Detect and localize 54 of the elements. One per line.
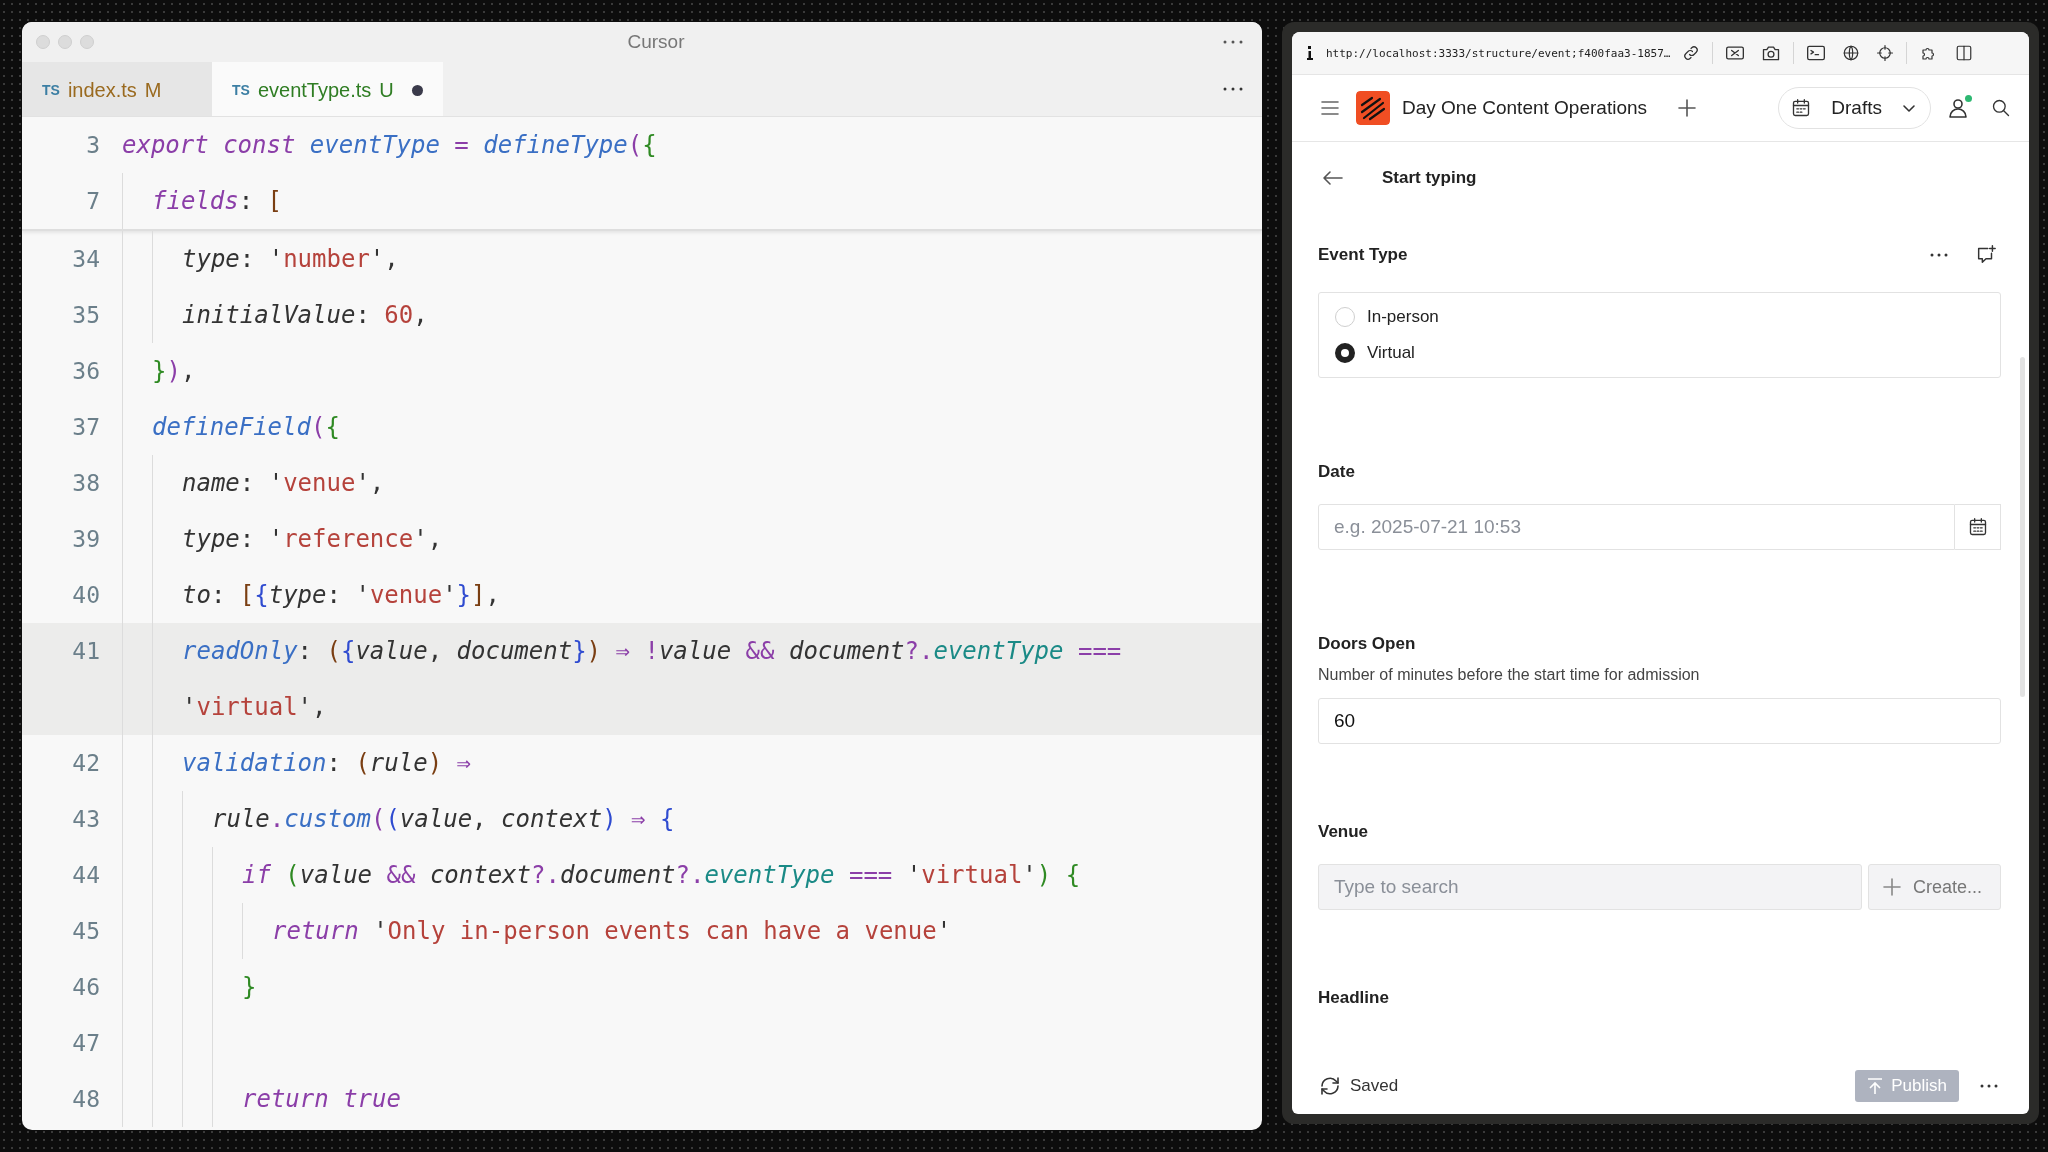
code-text: } [242,973,257,1001]
line-number: 40 [71,581,101,610]
search-field[interactable]: Type to search [1318,864,1862,910]
window-title: Cursor [626,31,686,53]
line-number: 48 [71,1085,101,1114]
perspective-dropdown[interactable]: Drafts [1778,87,1931,129]
field-label: Doors Open [1318,634,1417,654]
code-text: type: 'number', [182,245,399,273]
line-number: 47 [71,1029,101,1058]
url-text[interactable]: http://localhost:3333/structure/event;f400faa3-1857… [1326,46,1671,60]
document-title: Start typing [1382,168,1477,188]
code-text: fields: [ [152,187,283,215]
create-button[interactable]: Create... [1868,864,2001,910]
code-text: defineField({ [152,413,340,441]
code-text: readOnly: ({value, document}) ⇒ !value && document?.eventType === [182,637,1122,665]
line-number: 41 [71,637,101,666]
line-number: 3 [85,131,101,160]
save-status: Saved [1350,1076,1399,1096]
line-number: 43 [71,805,101,834]
editor-tab[interactable]: TS eventType.ts U [212,62,443,116]
code-text: initialValue: 60, [182,301,428,329]
line-number: 45 [71,917,101,946]
line-number: 34 [71,245,101,274]
line-number: 38 [71,469,101,498]
field-label: Date [1318,462,1356,482]
code-text: export const eventType = defineType({ [122,131,657,159]
code-text: type: 'reference', [182,525,443,553]
field-description: Number of minutes before the start time for admission [1318,666,1701,684]
number-field[interactable]: 60 [1318,698,2001,744]
field-label: Headline [1318,988,1390,1008]
line-number: 39 [71,525,101,554]
code-text: 'virtual', [182,693,327,721]
field-label: Venue [1318,822,1370,842]
code-text: rule.custom((value, context) ⇒ { [212,805,675,833]
date-field[interactable]: e.g. 2025-07-21 10:53 [1318,504,1955,550]
line-number: 46 [71,973,101,1002]
radio-option[interactable]: In-person [1335,307,1984,327]
line-number: 36 [71,357,101,386]
line-number: 35 [71,301,101,330]
field-label: Event Type [1318,245,1408,265]
line-number: 44 [71,861,101,890]
code-text: return 'Only in-person events can have a venue' [272,917,952,945]
line-number: 7 [85,187,101,216]
radio-option[interactable]: Virtual [1335,343,1984,363]
code-text: return true [242,1085,401,1113]
line-number: 42 [71,749,101,778]
line-number: 37 [71,413,101,442]
code-text: validation: (rule) ⇒ [182,749,471,777]
app-title: Day One Content Operations [1402,97,1648,119]
editor-tab[interactable]: TS index.ts M [22,62,212,116]
code-text: to: [{type: 'venue'}], [182,581,500,609]
code-text: if (value && context?.document?.eventType === 'virtual') { [242,861,1081,889]
code-text: name: 'venue', [182,469,385,497]
code-text: }), [152,357,196,385]
